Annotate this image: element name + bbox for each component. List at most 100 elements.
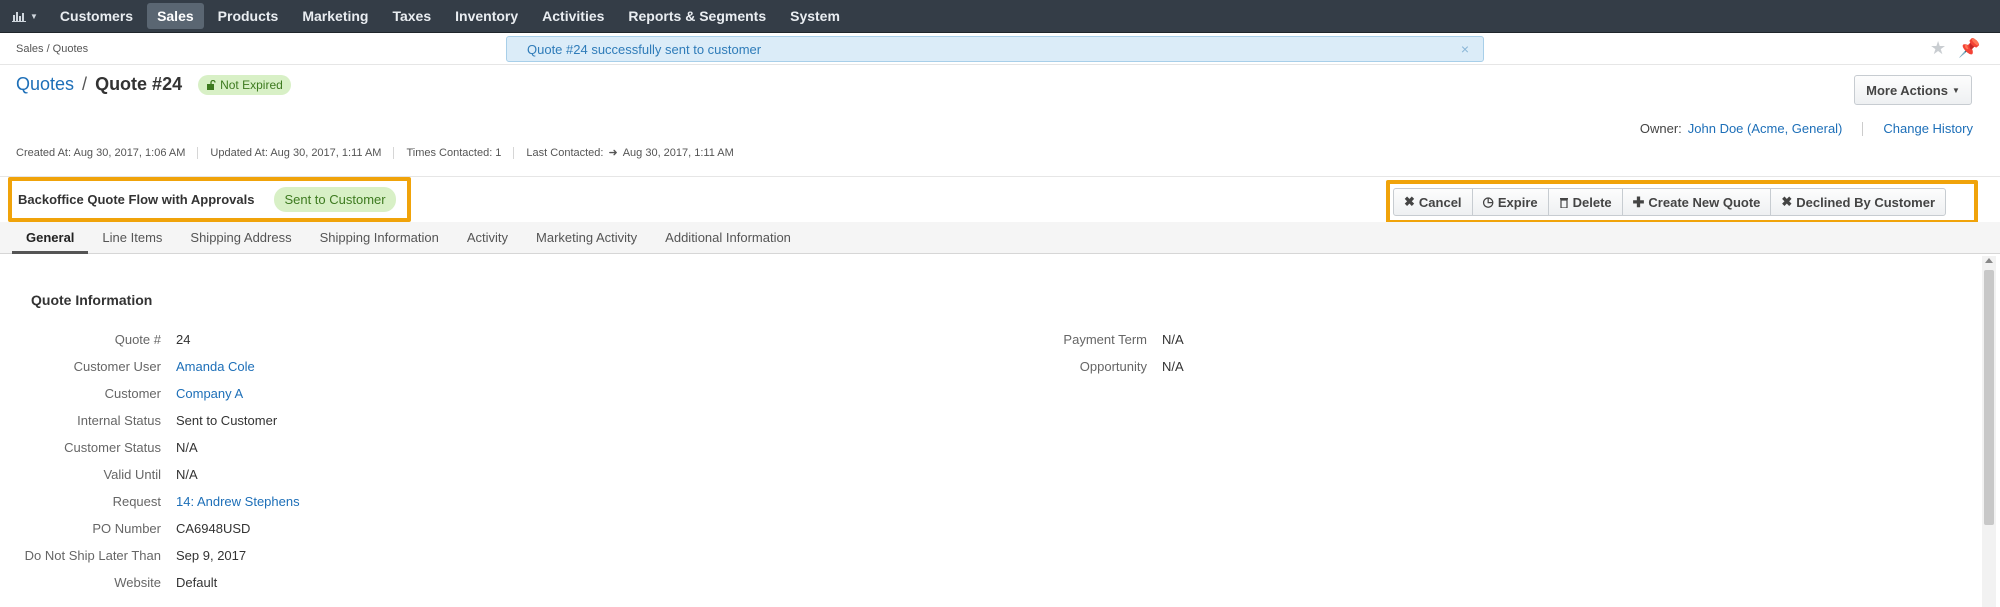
- nav-item-inventory[interactable]: Inventory: [445, 3, 528, 29]
- owner-label: Owner:: [1639, 121, 1682, 136]
- field-label: Request: [112, 494, 161, 509]
- quote-fields-left: Quote # 24 Customer User Amanda Cole Cus…: [16, 326, 300, 596]
- create-new-quote-label: Create New Quote: [1648, 194, 1761, 210]
- field-label: PO Number: [92, 521, 161, 536]
- nav-item-taxes[interactable]: Taxes: [382, 3, 441, 29]
- scrollbar-thumb[interactable]: [1984, 270, 1994, 525]
- scrollbar[interactable]: [1982, 256, 1996, 607]
- divider: [0, 64, 2000, 65]
- expire-button-label: Expire: [1497, 194, 1538, 210]
- owner-link[interactable]: John Doe (Acme, General): [1688, 121, 1843, 136]
- quote-fields-right: Payment Term N/A Opportunity N/A: [1002, 326, 1184, 380]
- field-value: N/A: [176, 440, 198, 455]
- customer-link[interactable]: Company A: [176, 386, 243, 401]
- field-label: Customer: [104, 386, 161, 401]
- top-navigation: ▼ Customers Sales Products Marketing Tax…: [0, 0, 2000, 33]
- field-label: Payment Term: [1063, 332, 1147, 347]
- nav-item-activities[interactable]: Activities: [532, 3, 614, 29]
- tab-activity[interactable]: Activity: [453, 230, 522, 253]
- status-badge: Not Expired: [198, 74, 291, 95]
- clock-icon: ◷: [1482, 194, 1494, 209]
- flash-message-text: Quote #24 successfully sent to customer: [527, 41, 762, 57]
- star-icon[interactable]: ★: [1930, 38, 1946, 59]
- cancel-button-label: Cancel: [1418, 194, 1462, 210]
- field-label: Do Not Ship Later Than: [24, 548, 161, 563]
- title-separator: /: [82, 74, 88, 94]
- field-value: Default: [176, 575, 218, 590]
- tab-additional-information[interactable]: Additional Information: [651, 230, 805, 253]
- created-at: Created At: Aug 30, 2017, 1:06 AM: [16, 146, 199, 159]
- nav-item-sales[interactable]: Sales: [147, 3, 204, 29]
- divider: [1862, 121, 1864, 136]
- quotes-link[interactable]: Quotes: [16, 74, 74, 95]
- field-row: Valid Until N/A: [16, 461, 300, 488]
- tab-line-items[interactable]: Line Items: [88, 230, 176, 253]
- field-label: Customer Status: [64, 440, 161, 455]
- field-row: Customer Status N/A: [16, 434, 300, 461]
- tab-bar: General Line Items Shipping Address Ship…: [0, 222, 2000, 254]
- cancel-button[interactable]: ✖ Cancel: [1394, 189, 1473, 215]
- expire-button[interactable]: ◷ Expire: [1473, 189, 1549, 215]
- field-row: Payment Term N/A: [1002, 326, 1183, 353]
- customer-user-link[interactable]: Amanda Cole: [176, 359, 255, 374]
- field-row: Website Default: [16, 569, 300, 596]
- updated-at: Updated At: Aug 30, 2017, 1:11 AM: [210, 146, 395, 159]
- field-label: Valid Until: [103, 467, 161, 482]
- request-link[interactable]: 14: Andrew Stephens: [176, 494, 300, 509]
- breadcrumb[interactable]: Sales / Quotes: [16, 43, 88, 55]
- nav-item-customers[interactable]: Customers: [50, 3, 143, 29]
- owner-info: Owner: John Doe (Acme, General) Change H…: [1640, 121, 1973, 136]
- field-row: Opportunity N/A: [1002, 353, 1184, 380]
- field-value: 24: [176, 332, 191, 347]
- nav-item-marketing[interactable]: Marketing: [292, 3, 378, 29]
- workflow-button-group: ✖ Cancel ◷ Expire Delete ✚ Create New Qu…: [1393, 188, 1946, 216]
- delete-button[interactable]: Delete: [1549, 189, 1623, 215]
- nav-item-reports-segments[interactable]: Reports & Segments: [618, 3, 776, 29]
- pin-icon[interactable]: 📌: [1958, 38, 1980, 59]
- create-new-quote-button[interactable]: ✚ Create New Quote: [1623, 189, 1772, 215]
- field-row: Do Not Ship Later Than Sep 9, 2017: [16, 542, 300, 569]
- dashboard-menu[interactable]: ▼: [0, 0, 50, 33]
- field-label: Opportunity: [1079, 359, 1147, 374]
- tab-shipping-address[interactable]: Shipping Address: [176, 230, 305, 253]
- caret-down-icon: ▼: [1951, 85, 1960, 95]
- more-actions-label: More Actions: [1866, 82, 1948, 98]
- last-contacted: Last Contacted: ➜ Aug 30, 2017, 1:11 AM: [526, 146, 745, 160]
- last-contacted-label: Last Contacted:: [526, 146, 604, 159]
- field-row: Request 14: Andrew Stephens: [16, 488, 300, 515]
- nav-item-products[interactable]: Products: [208, 3, 289, 29]
- unlock-icon: [207, 79, 216, 90]
- declined-by-customer-label: Declined By Customer: [1796, 194, 1935, 210]
- last-contacted-value: Aug 30, 2017, 1:11 AM: [622, 146, 734, 159]
- field-row: Internal Status Sent to Customer: [16, 407, 300, 434]
- tab-marketing-activity[interactable]: Marketing Activity: [522, 230, 651, 253]
- more-actions-button[interactable]: More Actions ▼: [1854, 75, 1972, 105]
- bar-chart-icon: [12, 12, 26, 22]
- declined-by-customer-button[interactable]: ✖ Declined By Customer: [1771, 189, 1945, 215]
- page-actions: ★ 📌: [1930, 38, 1981, 59]
- close-icon: ✖: [1781, 194, 1793, 209]
- page-title: Quote #24: [95, 74, 183, 94]
- change-history-link[interactable]: Change History: [1883, 121, 1973, 136]
- workflow-status: Backoffice Quote Flow with Approvals Sen…: [8, 177, 411, 222]
- scroll-up-arrow[interactable]: [1985, 258, 1993, 263]
- field-value: Sep 9, 2017: [176, 548, 247, 563]
- flash-message: Quote #24 successfully sent to customer …: [506, 36, 1484, 62]
- field-row: PO Number CA6948USD: [16, 515, 300, 542]
- field-value: Sent to Customer: [176, 413, 278, 428]
- field-label: Customer User: [73, 359, 161, 374]
- page-header: Quotes / Quote #24 Not Expired: [16, 74, 291, 95]
- field-label: Internal Status: [77, 413, 161, 428]
- plus-icon: ✚: [1632, 193, 1645, 210]
- record-meta: Created At: Aug 30, 2017, 1:06 AM Update…: [16, 146, 758, 159]
- nav-item-system[interactable]: System: [780, 3, 850, 29]
- workflow-name: Backoffice Quote Flow with Approvals: [18, 192, 255, 207]
- tab-general[interactable]: General: [12, 230, 89, 254]
- field-row: Customer Company A: [16, 380, 300, 407]
- close-icon[interactable]: ×: [1461, 41, 1469, 57]
- section-title: Quote Information: [31, 292, 153, 308]
- sign-in-icon: ➜: [608, 147, 618, 159]
- tab-shipping-information[interactable]: Shipping Information: [306, 230, 453, 253]
- field-value: CA6948USD: [176, 521, 251, 536]
- workflow-step-badge: Sent to Customer: [274, 187, 396, 212]
